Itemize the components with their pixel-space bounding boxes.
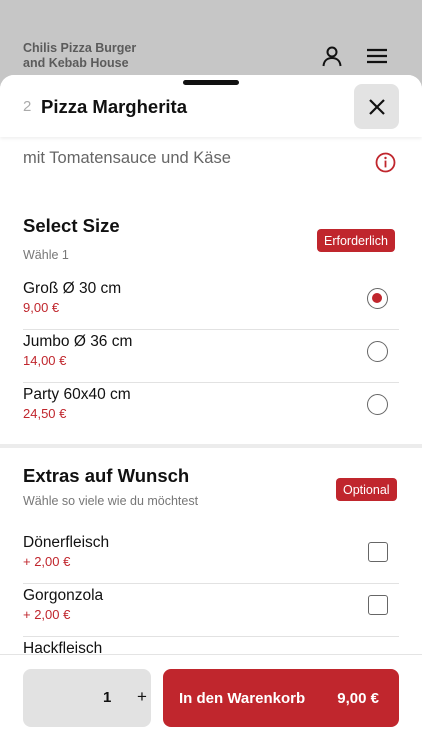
menu-icon[interactable] [365,44,389,68]
add-to-cart-button[interactable]: In den Warenkorb 9,00 € [163,669,399,727]
section-divider [0,444,422,448]
size-radio-party[interactable] [367,394,388,415]
item-description: mit Tomatensauce und Käse [23,149,231,167]
option-price: + 2,00 € [23,607,71,622]
close-button[interactable] [354,84,399,129]
item-quantity-prefix: 2 [23,98,32,115]
option-price: + 2,00 € [23,554,71,569]
optional-badge: Optional [336,478,397,501]
restaurant-name: Chilis Pizza Burger and Kebab House [23,41,203,71]
restaurant-name-line1: Chilis Pizza Burger [23,41,137,55]
add-to-cart-label: In den Warenkorb [179,690,306,707]
section-subtitle-extras: Wähle so viele wie du möchtest [23,494,199,508]
option-name: Jumbo Ø 36 cm [23,333,133,350]
user-icon[interactable] [320,44,344,68]
info-icon[interactable] [375,152,396,173]
increment-button[interactable]: + [137,687,147,707]
sheet-header: 2 Pizza Margherita [0,75,422,137]
option-name: Dönerfleisch [23,534,110,551]
size-option-party[interactable]: Party 60x40 cm 24,50 € [23,383,399,436]
option-price: 9,00 € [23,300,60,315]
section-title-size: Select Size [23,215,120,236]
extra-checkbox-doenerfleisch[interactable] [368,542,388,562]
option-price: 14,00 € [23,353,67,368]
close-icon [368,98,385,115]
sheet-grabber[interactable] [183,80,239,85]
section-subtitle-size: Wähle 1 [23,248,69,262]
quantity-value: 1 [103,689,112,706]
restaurant-name-line2: and Kebab House [23,56,129,70]
size-radio-jumbo[interactable] [367,341,388,362]
option-name: Gorgonzola [23,587,104,604]
size-option-jumbo[interactable]: Jumbo Ø 36 cm 14,00 € [23,330,399,383]
quantity-stepper[interactable]: 1 + [23,669,151,727]
sheet-footer: 1 + In den Warenkorb 9,00 € [0,654,422,750]
size-option-gross[interactable]: Groß Ø 30 cm 9,00 € [23,277,399,330]
extra-option-hackfleisch[interactable]: Hackfleisch [23,637,399,654]
section-title-extras: Extras auf Wunsch [23,465,190,486]
option-price: 24,50 € [23,406,67,421]
cart-total-price: 9,00 € [337,690,379,707]
item-title: Pizza Margherita [41,96,187,117]
option-name: Groß Ø 30 cm [23,280,122,297]
option-name: Party 60x40 cm [23,386,131,403]
extra-option-doenerfleisch[interactable]: Dönerfleisch + 2,00 € [23,531,399,584]
required-badge: Erforderlich [317,229,395,252]
option-name: Hackfleisch [23,640,103,654]
extra-option-gorgonzola[interactable]: Gorgonzola + 2,00 € [23,584,399,637]
size-radio-gross[interactable] [367,288,388,309]
item-sheet: 2 Pizza Margherita mit Tomatensauce und … [0,75,422,750]
sheet-content[interactable]: mit Tomatensauce und Käse Select Size Wä… [0,137,422,654]
extra-checkbox-gorgonzola[interactable] [368,595,388,615]
